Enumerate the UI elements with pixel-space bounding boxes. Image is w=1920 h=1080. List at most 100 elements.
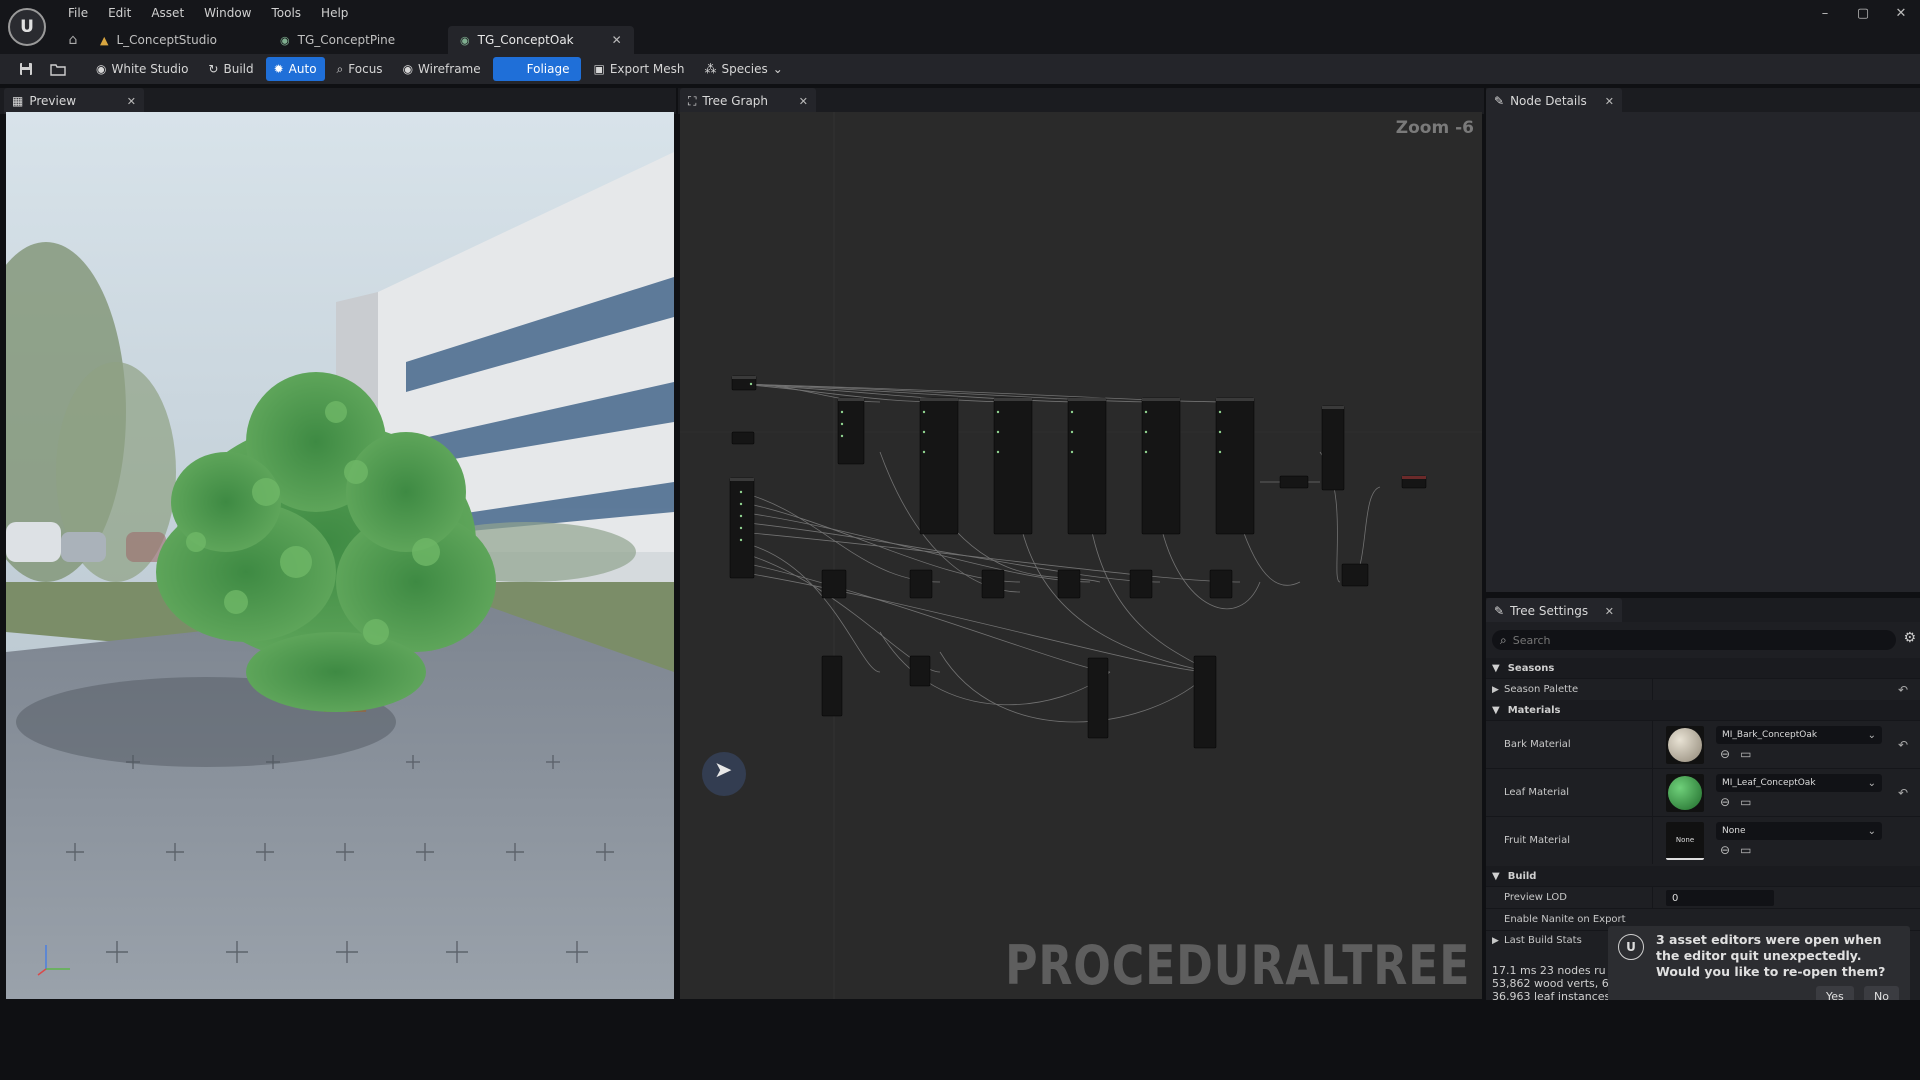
- close-panel-icon[interactable]: ✕: [127, 95, 136, 108]
- preview-lod-input[interactable]: 0: [1666, 890, 1774, 906]
- tree-graph-tabbar: ⛶ Tree Graph ✕: [678, 88, 1484, 114]
- pencil-icon: ✎: [1494, 94, 1505, 108]
- category-build[interactable]: ▼ Build: [1486, 866, 1920, 886]
- preview-scene: [6, 112, 674, 999]
- chevron-down-icon: ▼: [1492, 870, 1500, 882]
- menu-file[interactable]: File: [58, 4, 98, 22]
- document-tabs: ⌂ ▲ L_ConceptStudio ◉ TG_ConceptPine ◉ T…: [58, 26, 634, 54]
- tab-label: TG_ConceptOak: [477, 33, 574, 47]
- category-materials[interactable]: ▼ Materials: [1486, 700, 1920, 720]
- graph-watermark: PROCEDURALTREE: [1004, 934, 1470, 997]
- chevron-down-icon: ▼: [1492, 704, 1500, 716]
- browse-folder-icon[interactable]: ▭: [1740, 747, 1751, 761]
- chevron-down-icon: ⌄: [1867, 777, 1876, 789]
- notification-message: 3 asset editors were open when the edito…: [1656, 932, 1886, 979]
- focus-button[interactable]: ⌕ Focus: [329, 57, 391, 81]
- reset-icon[interactable]: ↶: [1898, 683, 1908, 697]
- bottom-area: [0, 1000, 1920, 1080]
- use-selected-icon[interactable]: ⊖: [1720, 843, 1730, 857]
- chevron-right-icon: ▶: [1492, 935, 1499, 946]
- foliage-toggle[interactable]: Foliage: [492, 57, 582, 81]
- window-controls: – ▢ ✕: [1806, 0, 1920, 26]
- fruit-material-select[interactable]: None ⌄: [1716, 822, 1882, 840]
- chevron-down-icon: ⌄: [1867, 825, 1876, 837]
- tree-graph-canvas[interactable]: Zoom -6 PROCEDURALTREE ➤: [680, 112, 1482, 999]
- leaf-material-thumbnail[interactable]: [1666, 774, 1704, 812]
- menu-edit[interactable]: Edit: [98, 4, 141, 22]
- wireframe-toggle[interactable]: ◉ Wireframe: [395, 57, 489, 81]
- build-stats-text: 17.1 ms 23 nodes ru 53,862 wood verts, 6…: [1492, 964, 1612, 1000]
- build-button[interactable]: ↻ Build: [200, 57, 261, 81]
- prop-leaf-material: Leaf Material MI_Leaf_ConceptOak ⌄ ⊖ ▭ ↶: [1486, 768, 1920, 816]
- use-selected-icon[interactable]: ⊖: [1720, 747, 1730, 761]
- tab-preview[interactable]: ▦ Preview ✕: [4, 88, 144, 114]
- fruit-material-thumbnail[interactable]: None: [1666, 822, 1704, 860]
- menu-help[interactable]: Help: [311, 4, 358, 22]
- settings-gear-icon[interactable]: ⚙: [1903, 630, 1916, 646]
- close-panel-icon[interactable]: ✕: [1605, 605, 1614, 618]
- reset-icon[interactable]: ↶: [1898, 786, 1908, 800]
- bark-material-select[interactable]: MI_Bark_ConceptOak ⌄: [1716, 726, 1882, 744]
- close-panel-icon[interactable]: ✕: [1605, 95, 1614, 108]
- browse-folder-icon[interactable]: ▭: [1740, 843, 1751, 857]
- browse-asset-icon[interactable]: [44, 57, 72, 81]
- tab-node-details[interactable]: ✎ Node Details ✕: [1486, 88, 1622, 114]
- chevron-down-icon: ⌄: [1867, 729, 1876, 741]
- tree-settings-tabbar: ✎ Tree Settings ✕: [1486, 598, 1920, 624]
- viewport-icon: ▦: [12, 94, 24, 108]
- no-button[interactable]: No: [1864, 986, 1899, 1000]
- leaf-material-select[interactable]: MI_Leaf_ConceptOak ⌄: [1716, 774, 1882, 792]
- prop-bark-material: Bark Material MI_Bark_ConceptOak ⌄ ⊖ ▭ ↶: [1486, 720, 1920, 768]
- tab-tree-settings[interactable]: ✎ Tree Settings ✕: [1486, 598, 1622, 624]
- tab-tg-conceptpine[interactable]: ◉ TG_ConceptPine: [268, 26, 448, 54]
- category-seasons[interactable]: ▼ Seasons: [1486, 658, 1920, 678]
- save-icon[interactable]: [12, 57, 40, 81]
- yes-button[interactable]: Yes: [1816, 986, 1854, 1000]
- reset-icon[interactable]: ↶: [1898, 738, 1908, 752]
- level-icon: ▲: [100, 33, 109, 47]
- zoom-level-label: Zoom -6: [1395, 118, 1474, 138]
- node-details-tabbar: ✎ Node Details ✕: [1486, 88, 1920, 114]
- minimize-button[interactable]: –: [1806, 0, 1844, 26]
- tab-tree-graph[interactable]: ⛶ Tree Graph ✕: [680, 88, 816, 114]
- chevron-right-icon: ▶: [1492, 684, 1499, 695]
- browse-folder-icon[interactable]: ▭: [1740, 795, 1751, 809]
- bark-material-thumbnail[interactable]: [1666, 726, 1704, 764]
- export-mesh-button[interactable]: ▣ Export Mesh: [585, 57, 692, 81]
- eye-icon: ◉: [402, 62, 414, 76]
- pencil-icon: ✎: [1494, 604, 1505, 618]
- tab-tg-conceptoak[interactable]: ◉ TG_ConceptOak ✕: [448, 26, 634, 54]
- preview-tabbar: ▦ Preview ✕: [0, 88, 676, 114]
- use-selected-icon[interactable]: ⊖: [1720, 795, 1730, 809]
- menu-tools[interactable]: Tools: [261, 4, 311, 22]
- menu-asset[interactable]: Asset: [141, 4, 194, 22]
- node-graph: [680, 112, 1482, 999]
- menu-window[interactable]: Window: [194, 4, 261, 22]
- preview-viewport[interactable]: [6, 112, 674, 999]
- auto-build-toggle[interactable]: ✹ Auto: [265, 57, 325, 81]
- home-icon[interactable]: ⌂: [58, 26, 88, 54]
- white-studio-button[interactable]: ◉ White Studio: [88, 57, 196, 81]
- menu-bar: File Edit Asset Window Tools Help: [58, 4, 358, 22]
- settings-search-input[interactable]: [1512, 633, 1873, 647]
- prop-season-palette[interactable]: ▶ Season Palette ↶: [1486, 678, 1920, 700]
- close-window-button[interactable]: ✕: [1882, 0, 1920, 26]
- axis-gizmo: [37, 945, 70, 976]
- search-icon: ⌕: [336, 61, 344, 76]
- tab-label: L_ConceptStudio: [116, 33, 218, 47]
- search-icon: ⌕: [1500, 632, 1507, 647]
- tree-graph-icon: ◉: [280, 33, 290, 47]
- unreal-logo-icon[interactable]: U: [8, 8, 46, 46]
- close-tab-icon[interactable]: ✕: [582, 33, 622, 47]
- close-panel-icon[interactable]: ✕: [799, 95, 808, 108]
- species-icon: ⁂: [704, 62, 717, 76]
- chevron-down-icon: ⌄: [772, 62, 783, 76]
- settings-search[interactable]: ⌕: [1492, 630, 1896, 650]
- eye-icon: ◉: [96, 62, 107, 76]
- mouse-cursor-icon: ➤: [714, 758, 733, 783]
- maximize-button[interactable]: ▢: [1844, 0, 1882, 26]
- species-dropdown[interactable]: ⁂ Species ⌄: [697, 57, 791, 81]
- tree-graph-icon: ◉: [460, 33, 470, 47]
- prop-fruit-material: Fruit Material None None ⌄ ⊖ ▭: [1486, 816, 1920, 864]
- tab-l-conceptstudio[interactable]: ▲ L_ConceptStudio: [88, 26, 268, 54]
